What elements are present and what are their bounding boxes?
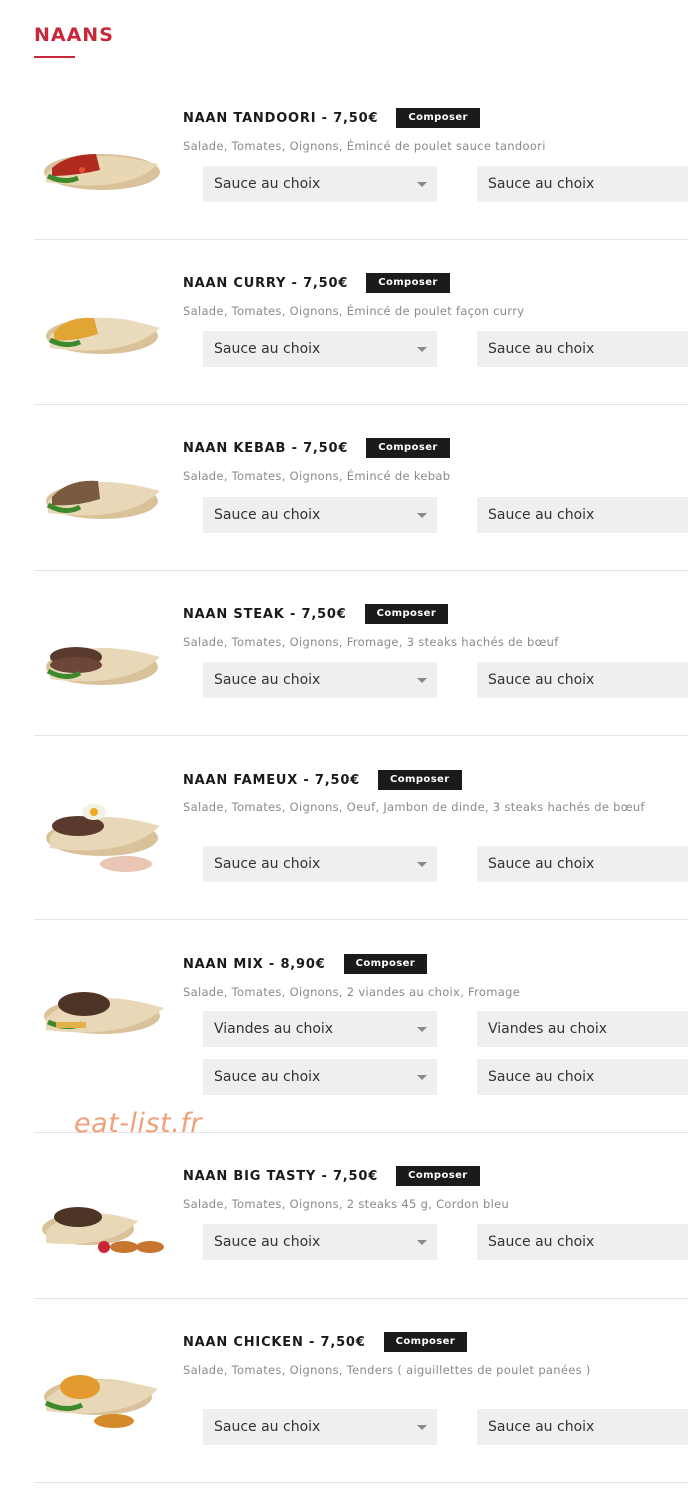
- item-name: NAAN STEAK - 7,50€: [183, 606, 347, 622]
- compose-button[interactable]: Composer: [366, 273, 450, 293]
- naan-steak-image[interactable]: [38, 619, 166, 699]
- naan-tandoori-image[interactable]: [38, 124, 166, 204]
- naan-chicken-image[interactable]: [38, 1351, 166, 1431]
- item-description: Salade, Tomates, Oignons, Émincé de keba…: [183, 469, 451, 483]
- naan-mix-image[interactable]: [38, 968, 166, 1048]
- naan-curry-image[interactable]: [38, 288, 166, 368]
- menu-item: NAAN CHICKEN - 7,50€ Composer Salade, To…: [34, 1299, 688, 1483]
- item-description: Salade, Tomates, Oignons, Émincé de poul…: [183, 139, 546, 153]
- item-description: Salade, Tomates, Oignons, Émincé de poul…: [183, 304, 525, 318]
- item-name: NAAN CHICKEN - 7,50€: [183, 1334, 366, 1350]
- item-name: NAAN BIG TASTY - 7,50€: [183, 1168, 379, 1184]
- compose-button[interactable]: Composer: [364, 604, 449, 624]
- menu-item: NAAN STEAK - 7,50€ Composer Salade, Toma…: [34, 571, 688, 736]
- sauce-select[interactable]: Sauce au choix: [203, 662, 437, 698]
- sauce-select[interactable]: Sauce au choix: [203, 331, 437, 367]
- sauce-select-2[interactable]: Sauce au choix: [477, 846, 688, 882]
- item-description: Salade, Tomates, Oignons, Tenders ( aigu…: [183, 1363, 591, 1377]
- menu-item: NAAN CURRY - 7,50€ Composer Salade, Toma…: [34, 240, 688, 405]
- item-description: Salade, Tomates, Oignons, Fromage, 3 ste…: [183, 635, 559, 649]
- item-name: NAAN MIX - 8,90€: [183, 956, 326, 972]
- sauce-select-2[interactable]: Sauce au choix: [477, 331, 688, 367]
- compose-button[interactable]: Composer: [396, 1166, 480, 1186]
- naan-big-tasty-image[interactable]: [38, 1187, 166, 1259]
- item-description: Salade, Tomates, Oignons, 2 steaks 45 g,…: [183, 1197, 510, 1211]
- item-description: Salade, Tomates, Oignons, 2 viandes au c…: [183, 985, 521, 999]
- compose-button[interactable]: Composer: [396, 108, 480, 128]
- naan-kebab-image[interactable]: [38, 453, 166, 533]
- item-name: NAAN CURRY - 7,50€: [183, 275, 349, 291]
- menu-item: NAAN MIX - 8,90€ Composer Salade, Tomate…: [34, 920, 688, 1133]
- naan-fameux-image[interactable]: [38, 786, 166, 878]
- item-name: NAAN KEBAB - 7,50€: [183, 440, 349, 456]
- chevron-down-icon: [417, 678, 427, 683]
- sauce-select-2[interactable]: Sauce au choix: [477, 1059, 688, 1095]
- chevron-down-icon: [417, 513, 427, 518]
- chevron-down-icon: [417, 1240, 427, 1245]
- chevron-down-icon: [417, 1027, 427, 1032]
- sauce-select-2[interactable]: Sauce au choix: [477, 497, 688, 533]
- sauce-select-2[interactable]: Sauce au choix: [477, 166, 688, 202]
- menu-item: NAAN BIG TASTY - 7,50€ Composer Salade, …: [34, 1133, 688, 1299]
- sauce-select[interactable]: Sauce au choix: [203, 1059, 437, 1095]
- section-title-underline: [34, 56, 75, 58]
- chevron-down-icon: [417, 1425, 427, 1430]
- item-name: NAAN FAMEUX - 7,50€: [183, 772, 361, 788]
- meat-select[interactable]: Viandes au choix: [203, 1011, 437, 1047]
- meat-select-2[interactable]: Viandes au choix: [477, 1011, 688, 1047]
- item-description: Salade, Tomates, Oignons, Oeuf, Jambon d…: [183, 800, 645, 814]
- sauce-select-2[interactable]: Sauce au choix: [477, 1224, 688, 1260]
- section-title: NAANS: [34, 24, 114, 46]
- sauce-select[interactable]: Sauce au choix: [203, 166, 437, 202]
- compose-button[interactable]: Composer: [343, 954, 428, 974]
- compose-button[interactable]: Composer: [383, 1332, 468, 1352]
- watermark: eat-list.fr: [74, 1108, 202, 1139]
- menu-item: NAAN TANDOORI - 7,50€ Composer Salade, T…: [34, 88, 688, 240]
- compose-button[interactable]: Composer: [378, 770, 462, 790]
- sauce-select-2[interactable]: Sauce au choix: [477, 1409, 688, 1445]
- chevron-down-icon: [417, 182, 427, 187]
- chevron-down-icon: [417, 347, 427, 352]
- chevron-down-icon: [417, 1075, 427, 1080]
- sauce-select[interactable]: Sauce au choix: [203, 1224, 437, 1260]
- sauce-select-2[interactable]: Sauce au choix: [477, 662, 688, 698]
- sauce-select[interactable]: Sauce au choix: [203, 1409, 437, 1445]
- compose-button[interactable]: Composer: [366, 438, 450, 458]
- menu-item: NAAN FAMEUX - 7,50€ Composer Salade, Tom…: [34, 736, 688, 920]
- chevron-down-icon: [417, 862, 427, 867]
- sauce-select[interactable]: Sauce au choix: [203, 497, 437, 533]
- item-name: NAAN TANDOORI - 7,50€: [183, 110, 379, 126]
- sauce-select[interactable]: Sauce au choix: [203, 846, 437, 882]
- menu-item: NAAN KEBAB - 7,50€ Composer Salade, Toma…: [34, 405, 688, 571]
